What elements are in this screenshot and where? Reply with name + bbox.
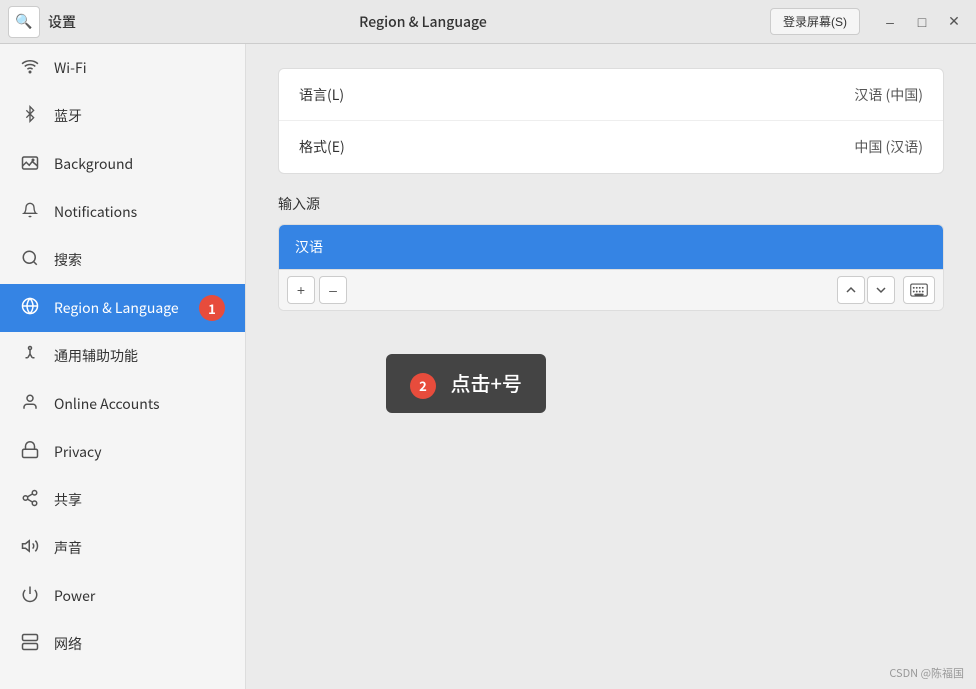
sidebar-item-background[interactable]: Background (0, 140, 245, 188)
move-down-button[interactable] (867, 276, 895, 304)
input-source-card: 汉语 + – (278, 224, 944, 311)
language-format-card: 语言(L) 汉语 (中国) 格式(E) 中国 (汉语) (278, 68, 944, 174)
sidebar-label-notifications: Notifications (54, 202, 137, 222)
titlebar-left: 🔍 设置 (0, 6, 76, 38)
tooltip-text: 点击+号 (451, 368, 522, 397)
bluetooth-icon (20, 104, 40, 128)
keyboard-settings-button[interactable] (903, 276, 935, 304)
sidebar-item-sound[interactable]: 声音 (0, 524, 245, 572)
close-button[interactable]: ✕ (940, 8, 968, 36)
sidebar-label-search: 搜索 (54, 250, 82, 270)
wifi-icon (20, 56, 40, 80)
step-badge-2: 2 (410, 373, 436, 399)
login-screen-button[interactable]: 登录屏幕(S) (770, 8, 860, 35)
tooltip-overlay: 2 点击+号 (386, 354, 546, 413)
sidebar-label-region: Region & Language (54, 298, 179, 318)
accessibility-icon (20, 344, 40, 368)
sidebar-label-background: Background (54, 154, 133, 174)
sidebar: Wi-Fi 蓝牙 Background (0, 44, 246, 689)
sidebar-item-search[interactable]: 搜索 (0, 236, 245, 284)
input-source-section-title: 输入源 (278, 194, 944, 214)
input-source-item[interactable]: 汉语 (279, 225, 943, 269)
step-badge-1: 1 (199, 295, 225, 321)
titlebar: 🔍 设置 Region & Language 登录屏幕(S) – □ ✕ (0, 0, 976, 44)
format-row[interactable]: 格式(E) 中国 (汉语) (279, 121, 943, 173)
remove-input-source-button[interactable]: – (319, 276, 347, 304)
sidebar-label-online-accounts: Online Accounts (54, 394, 160, 414)
sidebar-item-notifications[interactable]: Notifications (0, 188, 245, 236)
maximize-button[interactable]: □ (908, 8, 936, 36)
region-icon (20, 296, 40, 320)
titlebar-right: 登录屏幕(S) – □ ✕ (770, 8, 968, 36)
sidebar-item-accessibility[interactable]: 通用辅助功能 (0, 332, 245, 380)
share-icon (20, 488, 40, 512)
sidebar-item-network[interactable]: 网络 (0, 620, 245, 668)
main-layout: Wi-Fi 蓝牙 Background (0, 44, 976, 689)
sidebar-label-wifi: Wi-Fi (54, 58, 87, 78)
arrow-group (837, 276, 895, 304)
app-title: 设置 (48, 12, 76, 32)
sidebar-item-region[interactable]: Region & Language 1 (0, 284, 245, 332)
watermark: CSDN @陈福国 (889, 665, 964, 681)
sidebar-label-privacy: Privacy (54, 442, 102, 462)
sound-icon (20, 536, 40, 560)
search-button[interactable]: 🔍 (8, 6, 40, 38)
sidebar-label-sound: 声音 (54, 538, 82, 558)
sidebar-item-privacy[interactable]: Privacy (0, 428, 245, 476)
search-sidebar-icon (20, 248, 40, 272)
format-label: 格式(E) (299, 137, 345, 157)
network-icon (20, 632, 40, 656)
add-input-source-button[interactable]: + (287, 276, 315, 304)
sidebar-item-online-accounts[interactable]: Online Accounts (0, 380, 245, 428)
sidebar-item-bluetooth[interactable]: 蓝牙 (0, 92, 245, 140)
sidebar-label-power: Power (54, 586, 95, 606)
power-icon (20, 584, 40, 608)
sidebar-item-wifi[interactable]: Wi-Fi (0, 44, 245, 92)
background-icon (20, 152, 40, 176)
sidebar-label-accessibility: 通用辅助功能 (54, 346, 138, 366)
minimize-button[interactable]: – (876, 8, 904, 36)
language-label: 语言(L) (299, 85, 344, 105)
privacy-icon (20, 440, 40, 464)
online-accounts-icon (20, 392, 40, 416)
notifications-icon (20, 200, 40, 224)
format-value: 中国 (汉语) (854, 137, 923, 157)
sidebar-label-bluetooth: 蓝牙 (54, 106, 82, 126)
input-source-toolbar: + – (279, 269, 943, 310)
sidebar-label-share: 共享 (54, 490, 82, 510)
language-value: 汉语 (中国) (854, 85, 923, 105)
sidebar-label-network: 网络 (54, 634, 82, 654)
sidebar-item-power[interactable]: Power (0, 572, 245, 620)
language-row[interactable]: 语言(L) 汉语 (中国) (279, 69, 943, 121)
content-area: 语言(L) 汉语 (中国) 格式(E) 中国 (汉语) 输入源 汉语 + – (246, 44, 976, 689)
sidebar-item-share[interactable]: 共享 (0, 476, 245, 524)
move-up-button[interactable] (837, 276, 865, 304)
page-title: Region & Language (76, 12, 770, 32)
